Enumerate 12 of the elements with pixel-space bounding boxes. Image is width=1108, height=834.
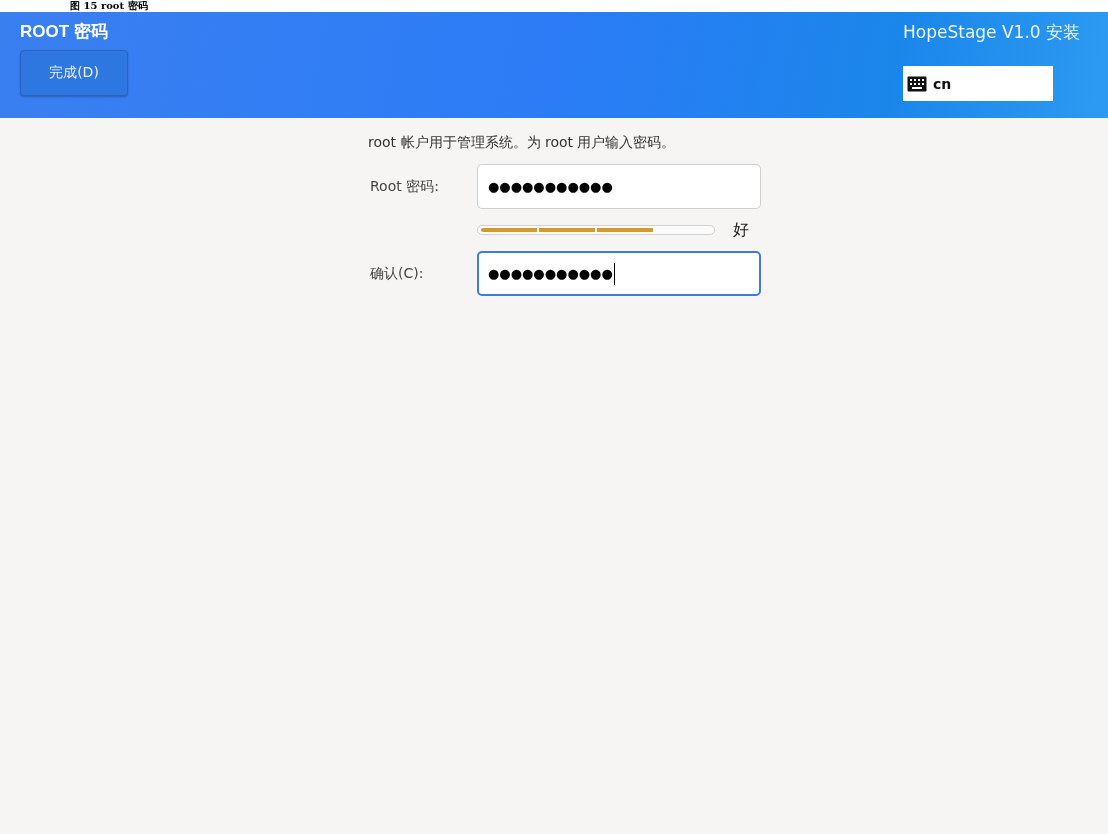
figure-caption: 图 15 root 密码 xyxy=(70,0,148,11)
product-title: HopeStage V1.0 安装 xyxy=(903,21,1082,44)
keyboard-icon xyxy=(907,75,927,92)
password-field[interactable]: ●●●●●●●●●●● xyxy=(477,251,761,296)
screen-title: ROOT 密码 xyxy=(20,21,109,43)
field-label: 确认(C): xyxy=(370,264,425,283)
description-text: root 帐户用于管理系统。为 root 用户输入密码。 xyxy=(368,134,677,152)
field-label: Root 密码: xyxy=(370,177,440,196)
strength-label: 好 xyxy=(733,219,750,241)
keyboard-layout-indicator[interactable]: cn xyxy=(903,66,1053,101)
done-button[interactable]: 完成(D) xyxy=(20,50,128,96)
password-field[interactable]: ●●●●●●●●●●● xyxy=(477,164,761,209)
